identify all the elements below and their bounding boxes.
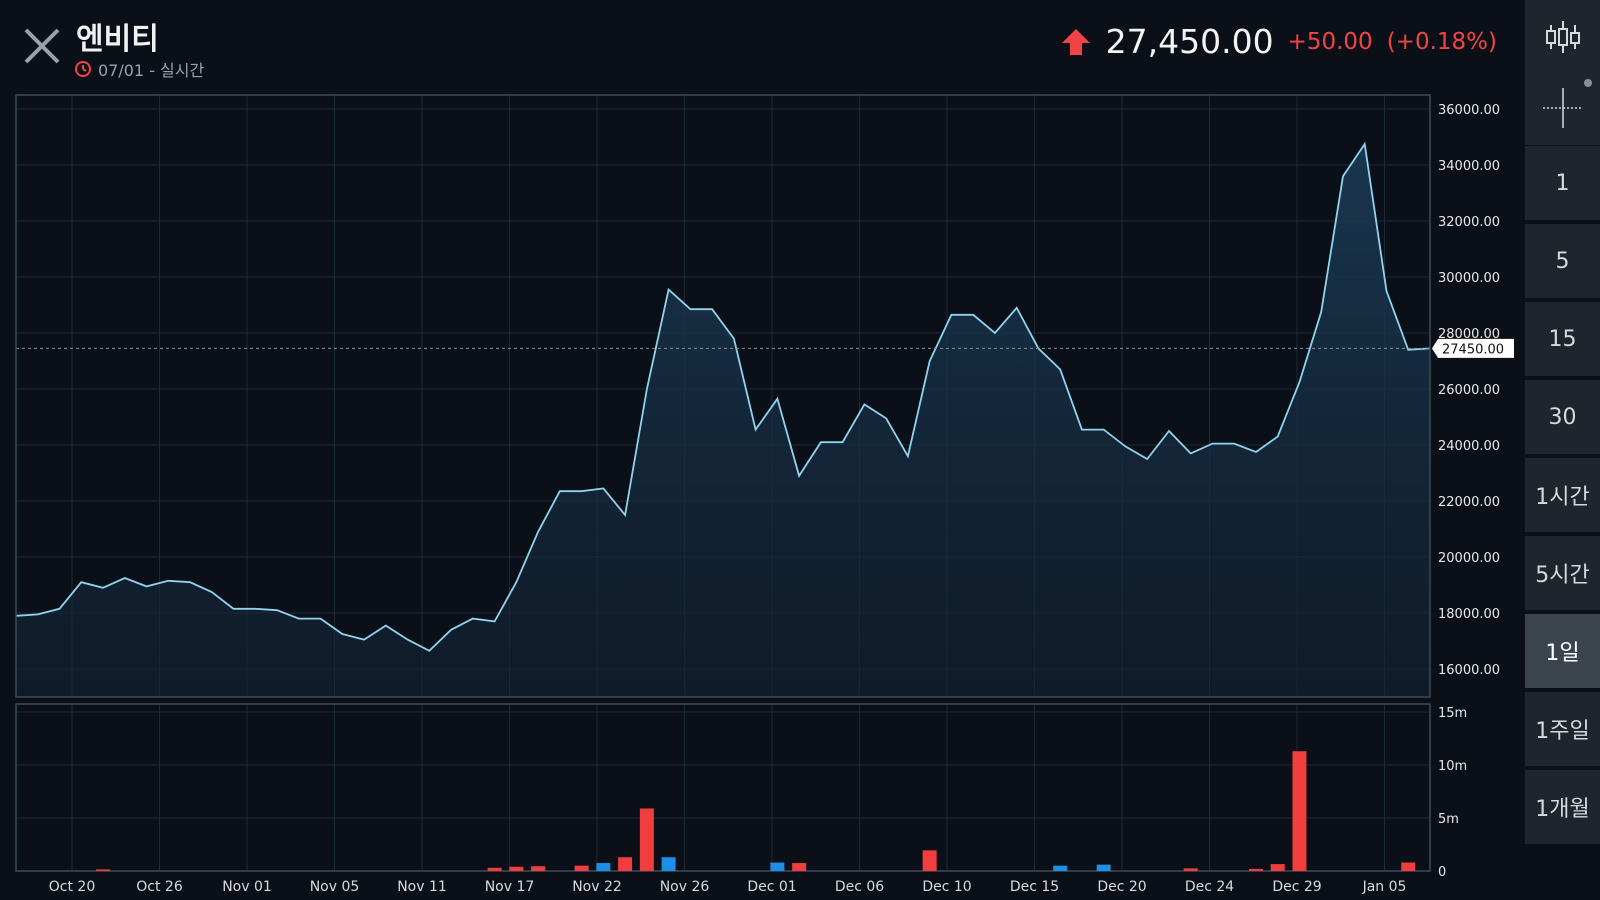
x-tick-label: Nov 22: [572, 879, 622, 895]
volume-bar: [1096, 864, 1111, 871]
volume-bars: [96, 751, 1416, 871]
price-area-fill: [16, 144, 1430, 697]
x-tick-label: Jan 05: [1362, 879, 1407, 895]
volume-tick-label: 15m: [1438, 706, 1467, 721]
indicator-dot: [1584, 79, 1592, 87]
price-area: [15, 141, 1431, 697]
timeframe-label: 5: [1555, 248, 1570, 274]
volume-bar: [509, 866, 524, 871]
candlestick-icon: [1545, 21, 1580, 53]
volume-bar: [531, 866, 546, 871]
x-tick-label: Dec 01: [747, 879, 796, 895]
x-tick-label: Nov 05: [310, 879, 360, 895]
x-tick-label: Dec 24: [1185, 879, 1234, 895]
x-tick-label: Nov 01: [222, 879, 272, 895]
x-tick-label: Nov 11: [397, 879, 447, 895]
crosshair-button[interactable]: [1525, 71, 1600, 145]
crosshair-icon: [1542, 88, 1583, 128]
volume-bar: [1270, 864, 1285, 871]
y-tick-label: 16000.00: [1438, 663, 1500, 678]
price-chart[interactable]: 36000.0034000.0032000.0030000.0028000.00…: [0, 0, 1525, 900]
timeframe-button[interactable]: 15: [1525, 302, 1600, 376]
y-tick-label: 26000.00: [1438, 383, 1500, 398]
y-tick-label: 18000.00: [1438, 607, 1500, 622]
timeframe-button[interactable]: 1시간: [1525, 458, 1600, 532]
y-tick-label: 36000.00: [1438, 103, 1500, 118]
volume-bar: [96, 869, 111, 871]
volume-bar: [792, 863, 807, 871]
y-tick-label: 34000.00: [1438, 159, 1500, 174]
y-tick-label: 32000.00: [1438, 215, 1500, 230]
timeframe-label: 1일: [1545, 641, 1580, 666]
x-tick-label: Dec 20: [1097, 879, 1146, 895]
x-tick-label: Dec 10: [922, 879, 971, 895]
x-tick-label: Dec 29: [1272, 879, 1321, 895]
volume-bar: [1053, 865, 1068, 871]
volume-tick-label: 0: [1438, 865, 1446, 880]
timeframe-label: 1개월: [1535, 797, 1590, 822]
timeframe-label: 5시간: [1535, 563, 1590, 588]
timeframe-button[interactable]: 30: [1525, 380, 1600, 454]
volume-tick-label: 5m: [1438, 812, 1459, 827]
timeframe-label: 1: [1555, 170, 1570, 196]
volume-bar: [487, 867, 502, 871]
x-tick-label: Nov 17: [485, 879, 535, 895]
y-tick-label: 30000.00: [1438, 271, 1500, 286]
y-tick-label: 20000.00: [1438, 551, 1500, 566]
y-tick-label: 22000.00: [1438, 495, 1500, 510]
volume-bar: [639, 808, 654, 871]
last-price-label: 27450.00: [1442, 342, 1504, 357]
volume-bar: [922, 850, 937, 871]
volume-bar: [618, 857, 633, 871]
volume-axis: 15m 10m 5m 0: [1438, 706, 1467, 880]
x-axis: Oct 20 Oct 26 Nov 01 Nov 05 Nov 11 Nov 17 Nov …: [49, 879, 1407, 895]
volume-tick-label: 10m: [1438, 759, 1467, 774]
timeframe-label: 1주일: [1535, 719, 1590, 744]
volume-bar: [661, 857, 676, 871]
volume-bar: [770, 862, 785, 871]
x-tick-label: Nov 26: [660, 879, 710, 895]
volume-bar: [1248, 868, 1263, 871]
timeframe-button[interactable]: 1개월: [1525, 770, 1600, 844]
timeframe-button[interactable]: 1주일: [1525, 692, 1600, 766]
volume-bar: [596, 863, 611, 871]
volume-bar: [1401, 862, 1416, 871]
chart-type-button[interactable]: [1525, 0, 1600, 74]
volume-frame: [15, 703, 1431, 872]
volume-bar: [1292, 751, 1307, 871]
timeframe-button[interactable]: 5: [1525, 224, 1600, 298]
timeframe-button[interactable]: 5시간: [1525, 536, 1600, 610]
x-tick-label: Dec 06: [835, 879, 884, 895]
timeframe-button[interactable]: 1: [1525, 146, 1600, 220]
volume-grid: [15, 703, 1431, 872]
x-tick-label: Dec 15: [1010, 879, 1059, 895]
volume-bar: [574, 865, 589, 871]
timeframe-label: 15: [1548, 326, 1577, 352]
y-axis: 36000.0034000.0032000.0030000.0028000.00…: [1432, 103, 1514, 678]
volume-bar: [1183, 868, 1198, 871]
timeframe-label: 1시간: [1535, 485, 1590, 510]
timeframe-button[interactable]: 1일: [1525, 614, 1600, 688]
timeframe-sidebar: 1 5 15 30 1시간 5시간 1일 1주일 1개월: [1525, 0, 1600, 900]
x-tick-label: Oct 26: [136, 879, 183, 895]
timeframe-label: 30: [1548, 404, 1577, 430]
x-tick-label: Oct 20: [49, 879, 95, 895]
y-tick-label: 24000.00: [1438, 439, 1500, 454]
